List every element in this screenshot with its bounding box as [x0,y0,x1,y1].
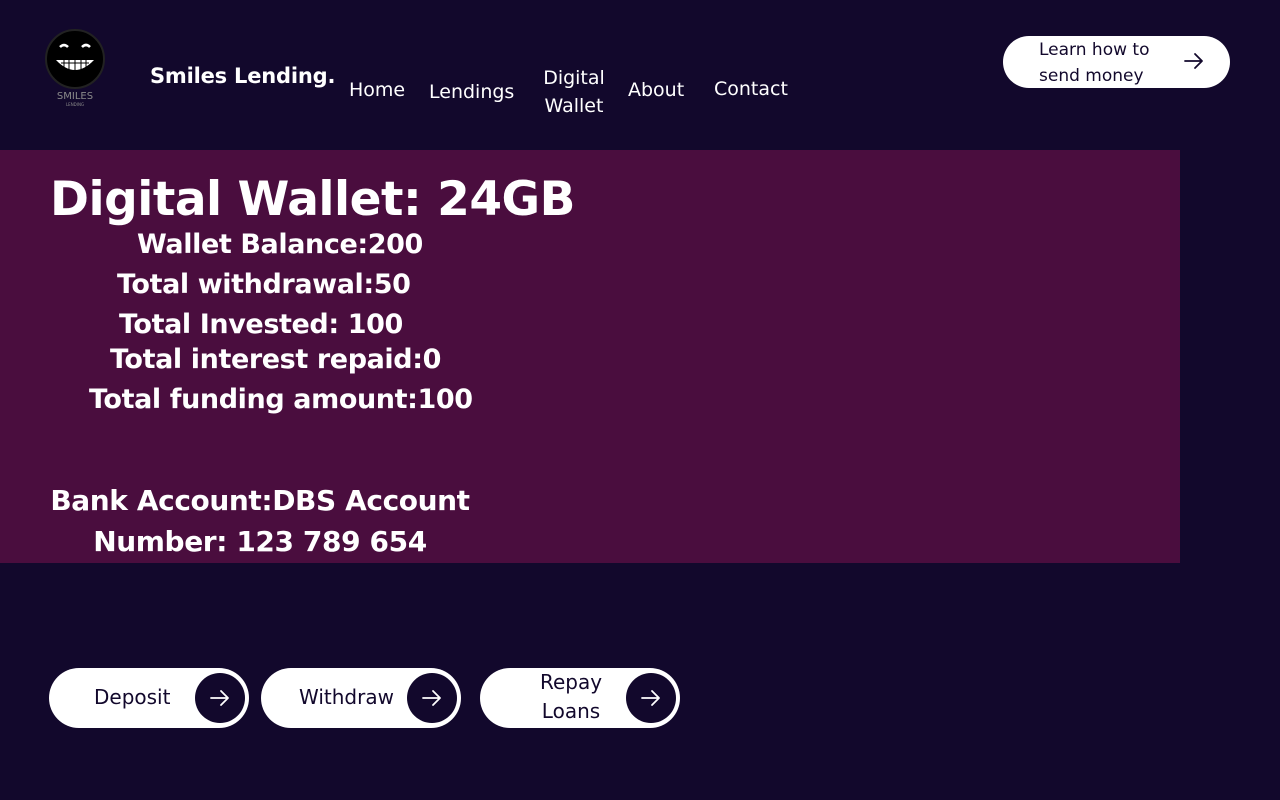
bank-account-info: Bank Account:DBS Account Number: 123 789… [50,484,470,558]
deposit-button[interactable]: Deposit [49,668,249,728]
nav-lendings[interactable]: Lendings [429,78,514,106]
wallet-title: Digital Wallet: 24GB [50,172,575,227]
logo-text: SMILES [56,91,94,102]
brand-name[interactable]: Smiles Lending. [150,64,335,88]
total-funding-amount: Total funding amount:100 [89,384,473,415]
nav-about[interactable]: About [628,76,684,104]
arrow-right-icon [422,690,441,706]
learn-send-money-button[interactable]: Learn how to send money [1003,36,1230,88]
deposit-arrow-circle [195,673,245,723]
nav-contact[interactable]: Contact [714,75,788,103]
arrow-right-icon [1184,53,1203,69]
deposit-label: Deposit [94,685,171,709]
total-invested: Total Invested: 100 [119,309,403,340]
repay-loans-button[interactable]: Repay Loans [480,668,680,728]
logo[interactable]: SMILES LENDING [38,28,112,112]
withdraw-button[interactable]: Withdraw [261,668,461,728]
total-interest-repaid: Total interest repaid:0 [110,344,442,375]
total-withdrawal: Total withdrawal:50 [117,269,411,300]
repay-arrow-circle [626,673,676,723]
repay-loans-label: Repay Loans [539,670,603,723]
wallet-panel: Digital Wallet: 24GB Wallet Balance:200 … [0,150,1180,563]
nav-digital-wallet[interactable]: Digital Wallet [540,64,608,120]
smiley-logo-icon [45,29,105,89]
learn-send-money-label: Learn how to send money [1039,40,1150,86]
withdraw-label: Withdraw [299,685,394,709]
arrow-right-icon [641,690,660,706]
withdraw-arrow-circle [407,673,457,723]
arrow-right-icon [210,690,229,706]
logo-subtext: LENDING [65,102,85,107]
nav-home[interactable]: Home [349,76,405,104]
page: SMILES LENDING Smiles Lending. Home Lend… [0,0,1280,800]
wallet-balance: Wallet Balance:200 [137,229,423,260]
